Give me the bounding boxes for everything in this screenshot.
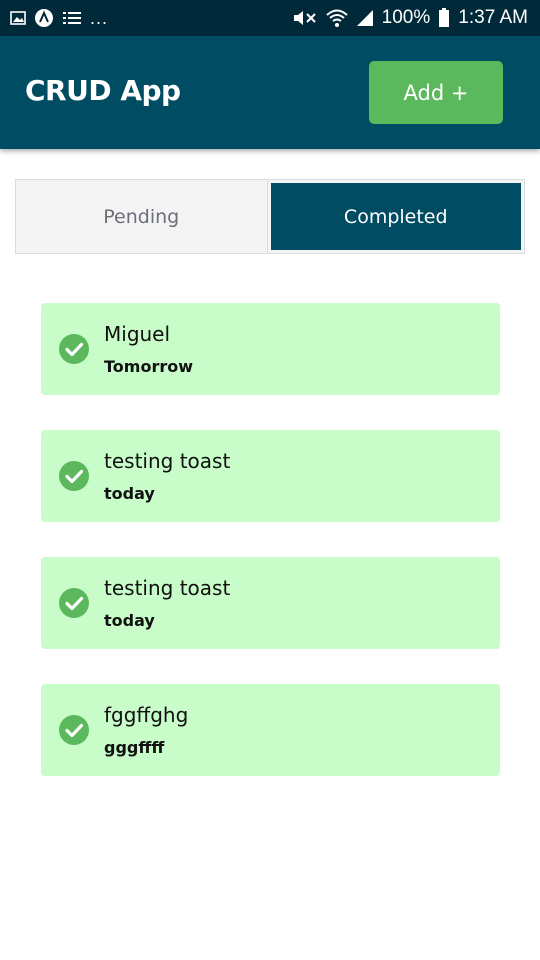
- check-circle-icon: [59, 334, 89, 364]
- status-tabs: Pending Completed: [15, 179, 525, 254]
- status-left: ...: [10, 8, 108, 29]
- app-bar: CRUD App Add +: [0, 36, 540, 149]
- tab-pending[interactable]: Pending: [16, 180, 268, 253]
- wifi-icon: [326, 8, 348, 28]
- list-item[interactable]: testing toast today: [41, 557, 500, 649]
- task-subtitle: Tomorrow: [104, 357, 193, 376]
- battery-percent: 100%: [381, 7, 431, 28]
- status-time: 1:37 AM: [458, 7, 528, 28]
- check-circle-icon: [59, 715, 89, 745]
- status-right: 100% 1:37 AM: [292, 7, 528, 29]
- check-circle-icon: [59, 461, 89, 491]
- list-item[interactable]: testing toast today: [41, 430, 500, 522]
- app-notification-icon: [34, 8, 54, 28]
- task-title: testing toast: [104, 576, 231, 600]
- list-item[interactable]: fggffghg gggffff: [41, 684, 500, 776]
- task-title: Miguel: [104, 322, 171, 346]
- add-button[interactable]: Add +: [369, 61, 503, 124]
- battery-icon: [438, 8, 450, 28]
- task-list: Miguel Tomorrow testing toast today test…: [41, 303, 500, 811]
- task-title: fggffghg: [104, 703, 189, 727]
- task-subtitle: gggffff: [104, 738, 165, 757]
- task-subtitle: today: [104, 484, 155, 503]
- list-item[interactable]: Miguel Tomorrow: [41, 303, 500, 395]
- signal-icon: [356, 9, 374, 27]
- tab-completed[interactable]: Completed: [270, 183, 521, 250]
- task-subtitle: today: [104, 611, 155, 630]
- list-notification-icon: [62, 10, 82, 26]
- status-bar: ... 100% 1:37 AM: [0, 0, 540, 36]
- more-notifications-indicator: ...: [90, 7, 109, 28]
- image-notification-icon: [10, 11, 26, 25]
- mute-icon: [292, 8, 318, 28]
- app-title: CRUD App: [25, 74, 181, 107]
- task-title: testing toast: [104, 449, 231, 473]
- check-circle-icon: [59, 588, 89, 618]
